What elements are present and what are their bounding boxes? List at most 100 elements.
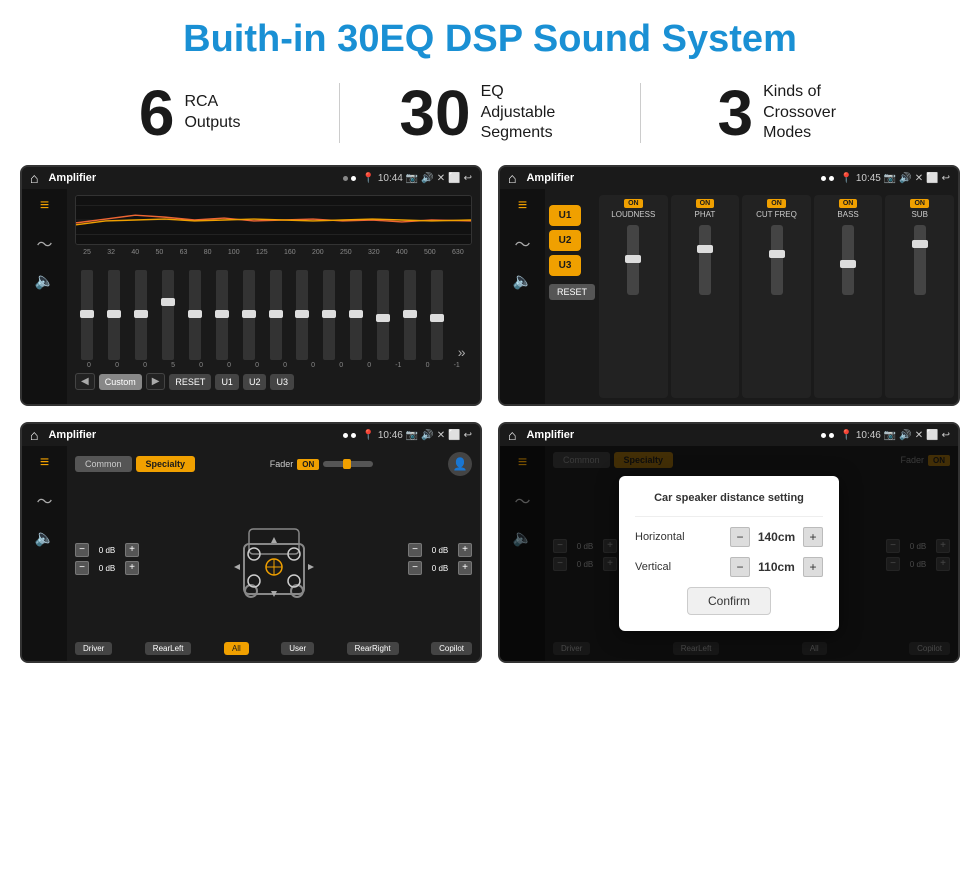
u1-btn[interactable]: U1 [215, 374, 239, 390]
status-bar-4: ⌂ Amplifier 📍 10:46 📷 🔊 ✕ ⬜ ↩ [500, 424, 958, 446]
reset-ch-btn[interactable]: RESET [549, 284, 595, 300]
fader-slider[interactable] [323, 461, 373, 467]
u3-btn[interactable]: U3 [270, 374, 294, 390]
cutfreq-slider[interactable] [771, 225, 783, 295]
vertical-plus-btn[interactable]: + [803, 557, 823, 577]
db-plus-2[interactable]: + [125, 561, 139, 575]
prev-preset-btn[interactable]: ◀ [75, 373, 95, 390]
u2-btn[interactable]: U2 [243, 374, 267, 390]
status-icons-4: 📍 10:46 📷 🔊 ✕ ⬜ ↩ [840, 430, 950, 441]
screen-speaker: ⌂ Amplifier 📍 10:46 📷 🔊 ✕ ⬜ ↩ ≡ 〜 🔈 [20, 422, 482, 663]
bass-label: BASS [837, 210, 858, 219]
dialog-box: Car speaker distance setting Horizontal … [619, 476, 839, 631]
next-preset-btn[interactable]: ▶ [146, 373, 166, 390]
u3-ch-btn[interactable]: U3 [549, 255, 581, 276]
db-minus-4[interactable]: − [408, 561, 422, 575]
left-db-controls: − 0 dB + − 0 dB + [75, 543, 139, 575]
rearright-btn[interactable]: RearRight [347, 642, 399, 655]
slider-11[interactable] [377, 270, 389, 360]
slider-5[interactable] [216, 270, 228, 360]
preset-custom-btn[interactable]: Custom [99, 374, 142, 390]
screen-eq: ⌂ Amplifier 📍 10:44 📷 🔊 ✕ ⬜ ↩ ≡ 〜 🔈 [20, 165, 482, 406]
stat-eq: 30 EQ AdjustableSegments [360, 81, 619, 145]
slider-8[interactable] [296, 270, 308, 360]
screen-channels: ⌂ Amplifier 📍 10:45 📷 🔊 ✕ ⬜ ↩ ≡ 〜 🔈 [498, 165, 960, 406]
settings-avatar[interactable]: 👤 [448, 452, 472, 476]
slider-0[interactable] [81, 270, 93, 360]
slider-9[interactable] [323, 270, 335, 360]
right-db-controls: − 0 dB + − 0 dB + [408, 543, 472, 575]
rearleft-btn[interactable]: RearLeft [145, 642, 192, 655]
wave-icon-3[interactable]: 〜 [36, 488, 52, 512]
common-tab[interactable]: Common [75, 456, 132, 472]
u2-ch-btn[interactable]: U2 [549, 230, 581, 251]
db-val-3: 0 dB [425, 546, 455, 555]
copilot-btn[interactable]: Copilot [431, 642, 472, 655]
horizontal-plus-btn[interactable]: + [803, 527, 823, 547]
vertical-value: 110cm [754, 560, 799, 574]
slider-3[interactable] [162, 270, 174, 360]
rect-icon: ⬜ [448, 173, 460, 184]
db-plus-1[interactable]: + [125, 543, 139, 557]
driver-btn[interactable]: Driver [75, 642, 112, 655]
eq-icon[interactable]: ≡ [40, 197, 49, 215]
slider-7[interactable] [270, 270, 282, 360]
wave-icon[interactable]: 〜 [36, 231, 52, 255]
db-minus-1[interactable]: − [75, 543, 89, 557]
speaker-icon-sb[interactable]: 🔈 [35, 271, 55, 291]
db-plus-3[interactable]: + [458, 543, 472, 557]
speaker-main: Common Specialty Fader ON 👤 [67, 446, 480, 661]
app-name-2: Amplifier [526, 172, 815, 184]
eq-icon-3[interactable]: ≡ [40, 454, 49, 472]
db-minus-2[interactable]: − [75, 561, 89, 575]
stat-label-crossover: Kinds ofCrossover Modes [763, 82, 863, 144]
status-bar-2: ⌂ Amplifier 📍 10:45 📷 🔊 ✕ ⬜ ↩ [500, 167, 958, 189]
rect-icon-2: ⬜ [926, 173, 938, 184]
fader-on-btn[interactable]: ON [297, 459, 319, 470]
pin-icon: 📍 [362, 173, 374, 184]
phat-slider[interactable] [699, 225, 711, 295]
speaker-icon-sb3[interactable]: 🔈 [35, 528, 55, 548]
all-btn[interactable]: All [224, 642, 249, 655]
db-val-1: 0 dB [92, 546, 122, 555]
speaker-icon-sb2[interactable]: 🔈 [513, 271, 533, 291]
specialty-tab[interactable]: Specialty [136, 456, 196, 472]
stat-label-rca: RCAOutputs [184, 92, 240, 134]
horizontal-control: − 140cm + [730, 527, 823, 547]
slider-6[interactable] [243, 270, 255, 360]
slider-2[interactable] [135, 270, 147, 360]
wave-icon-2[interactable]: 〜 [514, 231, 530, 255]
slider-4[interactable] [189, 270, 201, 360]
loudness-slider[interactable] [627, 225, 639, 295]
db-plus-4[interactable]: + [458, 561, 472, 575]
slider-10[interactable] [350, 270, 362, 360]
bass-slider[interactable] [842, 225, 854, 295]
status-bar-3: ⌂ Amplifier 📍 10:46 📷 🔊 ✕ ⬜ ↩ [22, 424, 480, 446]
home-icon-1: ⌂ [30, 170, 38, 186]
confirm-button[interactable]: Confirm [687, 587, 771, 615]
slider-1[interactable] [108, 270, 120, 360]
db-minus-3[interactable]: − [408, 543, 422, 557]
stat-crossover: 3 Kinds ofCrossover Modes [661, 81, 920, 145]
user-btn[interactable]: User [281, 642, 314, 655]
eq-main: 2532 4050 6380 100125 160200 250320 4005… [67, 189, 480, 404]
phat-label: PHAT [695, 210, 716, 219]
slider-13[interactable] [431, 270, 443, 360]
dot8 [829, 433, 834, 438]
screen-speaker-dialog: ⌂ Amplifier 📍 10:46 📷 🔊 ✕ ⬜ ↩ ≡ 〜 🔈 [498, 422, 960, 663]
slider-12[interactable] [404, 270, 416, 360]
eq-values: 00050 00000 0-10-1 [75, 362, 472, 369]
eq-icon-2[interactable]: ≡ [518, 197, 527, 215]
reset-btn-eq[interactable]: RESET [169, 374, 211, 390]
sub-slider[interactable] [914, 225, 926, 295]
horizontal-minus-btn[interactable]: − [730, 527, 750, 547]
u1-ch-btn[interactable]: U1 [549, 205, 581, 226]
home-icon-3: ⌂ [30, 427, 38, 443]
stat-divider-1 [339, 83, 340, 143]
db-row-2: − 0 dB + [75, 561, 139, 575]
vertical-minus-btn[interactable]: − [730, 557, 750, 577]
status-dots-1 [343, 176, 356, 181]
time-3: 10:46 [378, 430, 403, 441]
db-val-2: 0 dB [92, 564, 122, 573]
rect-icon-4: ⬜ [926, 430, 938, 441]
